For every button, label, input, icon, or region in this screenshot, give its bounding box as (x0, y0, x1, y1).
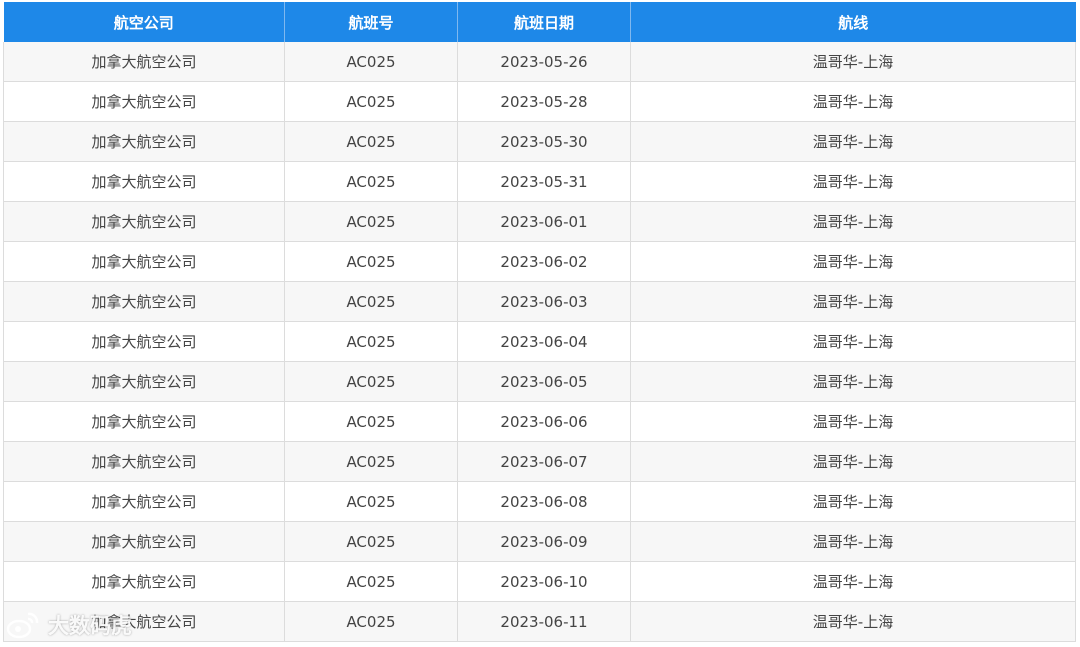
cell-flight-date: 2023-06-08 (457, 481, 631, 522)
header-flight-date[interactable]: 航班日期 (457, 2, 631, 42)
cell-route: 温哥华-上海 (630, 201, 1076, 242)
cell-flight-date: 2023-06-10 (457, 561, 631, 602)
table-row[interactable]: 加拿大航空公司 AC025 2023-06-06 温哥华-上海 (3, 401, 1076, 442)
table-row[interactable]: 加拿大航空公司 AC025 2023-06-04 温哥华-上海 (3, 321, 1076, 362)
cell-flight-date: 2023-06-01 (457, 201, 631, 242)
cell-flight-date: 2023-06-06 (457, 401, 631, 442)
cell-route: 温哥华-上海 (630, 601, 1076, 642)
header-airline[interactable]: 航空公司 (3, 2, 285, 42)
cell-airline: 加拿大航空公司 (3, 321, 285, 362)
cell-route: 温哥华-上海 (630, 281, 1076, 322)
cell-flight-number: AC025 (284, 161, 458, 202)
header-flight-number[interactable]: 航班号 (284, 2, 458, 42)
cell-route: 温哥华-上海 (630, 361, 1076, 402)
cell-flight-number: AC025 (284, 201, 458, 242)
cell-airline: 加拿大航空公司 (3, 601, 285, 642)
cell-airline: 加拿大航空公司 (3, 561, 285, 602)
cell-route: 温哥华-上海 (630, 521, 1076, 562)
cell-airline: 加拿大航空公司 (3, 281, 285, 322)
cell-flight-number: AC025 (284, 321, 458, 362)
cell-airline: 加拿大航空公司 (3, 161, 285, 202)
cell-airline: 加拿大航空公司 (3, 81, 285, 122)
cell-airline: 加拿大航空公司 (3, 441, 285, 482)
table-row[interactable]: 加拿大航空公司 AC025 2023-05-31 温哥华-上海 (3, 161, 1076, 202)
cell-flight-number: AC025 (284, 401, 458, 442)
cell-airline: 加拿大航空公司 (3, 241, 285, 282)
cell-route: 温哥华-上海 (630, 401, 1076, 442)
cell-route: 温哥华-上海 (630, 42, 1076, 82)
cell-flight-date: 2023-06-07 (457, 441, 631, 482)
cell-flight-number: AC025 (284, 561, 458, 602)
cell-flight-date: 2023-05-28 (457, 81, 631, 122)
cell-flight-date: 2023-06-03 (457, 281, 631, 322)
cell-airline: 加拿大航空公司 (3, 361, 285, 402)
cell-flight-number: AC025 (284, 601, 458, 642)
table-row[interactable]: 加拿大航空公司 AC025 2023-06-05 温哥华-上海 (3, 361, 1076, 402)
cell-airline: 加拿大航空公司 (3, 121, 285, 162)
table-row[interactable]: 加拿大航空公司 AC025 2023-06-07 温哥华-上海 (3, 441, 1076, 482)
table-row[interactable]: 加拿大航空公司 AC025 2023-06-01 温哥华-上海 (3, 201, 1076, 242)
cell-route: 温哥华-上海 (630, 241, 1076, 282)
table-row[interactable]: 加拿大航空公司 AC025 2023-06-03 温哥华-上海 (3, 281, 1076, 322)
cell-route: 温哥华-上海 (630, 481, 1076, 522)
cell-flight-number: AC025 (284, 481, 458, 522)
cell-airline: 加拿大航空公司 (3, 201, 285, 242)
cell-flight-number: AC025 (284, 361, 458, 402)
table-row[interactable]: 加拿大航空公司 AC025 2023-06-02 温哥华-上海 (3, 241, 1076, 282)
cell-route: 温哥华-上海 (630, 561, 1076, 602)
cell-flight-date: 2023-05-31 (457, 161, 631, 202)
cell-flight-number: AC025 (284, 281, 458, 322)
cell-flight-number: AC025 (284, 241, 458, 282)
cell-route: 温哥华-上海 (630, 121, 1076, 162)
cell-flight-date: 2023-06-04 (457, 321, 631, 362)
cell-route: 温哥华-上海 (630, 321, 1076, 362)
table-row[interactable]: 加拿大航空公司 AC025 2023-05-28 温哥华-上海 (3, 81, 1076, 122)
header-route[interactable]: 航线 (630, 2, 1076, 42)
cell-flight-date: 2023-06-05 (457, 361, 631, 402)
cell-flight-date: 2023-06-02 (457, 241, 631, 282)
flight-schedule-table: 航空公司 航班号 航班日期 航线 加拿大航空公司 AC025 2023-05-26 温… (3, 2, 1076, 642)
cell-flight-number: AC025 (284, 121, 458, 162)
table-row[interactable]: 加拿大航空公司 AC025 2023-06-11 温哥华-上海 (3, 601, 1076, 642)
cell-flight-date: 2023-05-30 (457, 121, 631, 162)
table-row[interactable]: 加拿大航空公司 AC025 2023-06-08 温哥华-上海 (3, 481, 1076, 522)
cell-flight-number: AC025 (284, 42, 458, 82)
table-row[interactable]: 加拿大航空公司 AC025 2023-05-30 温哥华-上海 (3, 121, 1076, 162)
cell-flight-number: AC025 (284, 521, 458, 562)
cell-flight-date: 2023-06-11 (457, 601, 631, 642)
table-row[interactable]: 加拿大航空公司 AC025 2023-06-09 温哥华-上海 (3, 521, 1076, 562)
cell-flight-number: AC025 (284, 81, 458, 122)
table-row[interactable]: 加拿大航空公司 AC025 2023-05-26 温哥华-上海 (3, 42, 1076, 82)
cell-airline: 加拿大航空公司 (3, 521, 285, 562)
table-row[interactable]: 加拿大航空公司 AC025 2023-06-10 温哥华-上海 (3, 561, 1076, 602)
cell-route: 温哥华-上海 (630, 161, 1076, 202)
cell-flight-number: AC025 (284, 441, 458, 482)
cell-airline: 加拿大航空公司 (3, 481, 285, 522)
cell-route: 温哥华-上海 (630, 81, 1076, 122)
cell-airline: 加拿大航空公司 (3, 42, 285, 82)
cell-airline: 加拿大航空公司 (3, 401, 285, 442)
cell-flight-date: 2023-06-09 (457, 521, 631, 562)
cell-route: 温哥华-上海 (630, 441, 1076, 482)
table-header-row: 航空公司 航班号 航班日期 航线 (3, 2, 1076, 42)
cell-flight-date: 2023-05-26 (457, 42, 631, 82)
